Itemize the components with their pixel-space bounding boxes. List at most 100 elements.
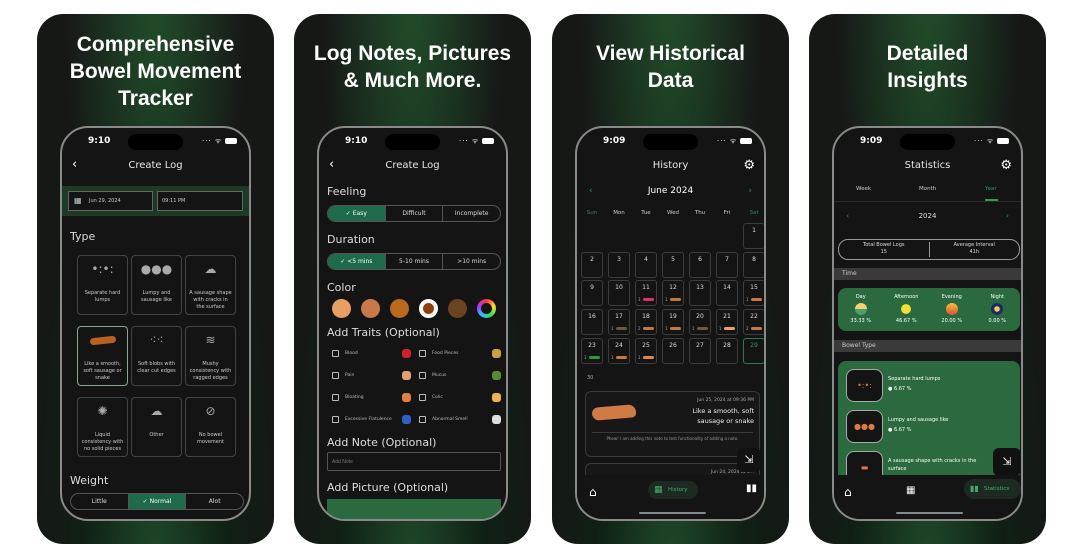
type-option[interactable]: Like a smooth, soft sausage or snake [77, 326, 128, 386]
calendar-day[interactable]: 26 [662, 337, 684, 364]
calendar-day[interactable]: 17 1 [608, 309, 630, 336]
calendar-day[interactable]: 27 [689, 337, 711, 364]
calendar-day[interactable]: 22 2 [743, 309, 764, 336]
gear-icon[interactable]: ⚙ [743, 158, 755, 173]
trait-checkbox[interactable] [332, 350, 339, 357]
gear-icon[interactable]: ⚙ [1000, 158, 1012, 173]
headline-line: Comprehensive [76, 33, 235, 56]
type-option[interactable]: •:•: Separate hard lumps [77, 255, 128, 315]
type-option[interactable]: ●●● Lumpy and sausage like [131, 255, 182, 315]
trait-checkbox[interactable] [419, 416, 426, 423]
calendar-day[interactable]: 10 [608, 280, 630, 307]
tab-year[interactable]: Year [985, 186, 997, 192]
type-option[interactable]: ⁖⁖ Soft blobs with clear cut edges [131, 326, 182, 386]
duration-option-under-5[interactable]: ✓ <5 mins [328, 254, 386, 269]
export-button[interactable]: ⇲ [737, 448, 761, 472]
color-swatch[interactable] [419, 299, 438, 318]
color-swatch[interactable] [448, 299, 467, 318]
weight-option-alot[interactable]: Alot [186, 494, 243, 509]
nav-home-icon[interactable]: ⌂ [844, 485, 852, 499]
status-time: 9:09 [603, 136, 626, 146]
color-swatch[interactable] [332, 299, 351, 318]
type-option[interactable]: ⊘ No bowel movement [185, 397, 236, 457]
next-month-chevron-icon[interactable]: › [748, 186, 752, 196]
calendar-day[interactable]: 24 1 [608, 337, 630, 364]
panel-insights: Detailed Insights 9:09 ··· ᯤ Statistics … [809, 14, 1046, 544]
calendar-day[interactable]: 20 1 [689, 309, 711, 336]
nav-statistics-tab[interactable]: ▮▮ Statistics [964, 479, 1021, 499]
calendar-day[interactable]: 9 [581, 280, 603, 307]
cracked-sausage-icon: ☁ [204, 262, 217, 276]
weight-option-normal[interactable]: ✓ Normal [128, 494, 187, 509]
calendar-day[interactable]: 11 1 [635, 280, 657, 307]
duration-option-label: <5 mins [347, 258, 373, 265]
calendar-day[interactable]: 13 [689, 280, 711, 307]
color-swatch[interactable] [477, 299, 496, 318]
moon-icon [991, 303, 1004, 315]
day-number: 20 [696, 313, 704, 321]
calendar-day[interactable]: 23 1 [581, 337, 603, 364]
headline-line: Log Notes, Pictures [313, 42, 512, 65]
calendar-day[interactable]: 15 1 [743, 280, 764, 307]
feeling-option-incomplete[interactable]: Incomplete [443, 206, 500, 221]
calendar-day[interactable]: 6 [689, 251, 711, 278]
feeling-option-difficult[interactable]: Difficult [386, 206, 444, 221]
trait-checkbox[interactable] [332, 372, 339, 379]
calendar-day[interactable]: 25 1 [635, 337, 657, 364]
day-number: 29 [750, 341, 758, 349]
export-button[interactable]: ⇲ [993, 448, 1021, 476]
calendar-day[interactable]: 1 [743, 223, 764, 249]
calendar-day[interactable]: 18 2 [635, 309, 657, 336]
type-option[interactable]: ✺ Liquid consistency with no solid pieces [77, 397, 128, 457]
weight-option-label: Normal [149, 498, 172, 505]
time-section-header: Time [834, 268, 1021, 280]
tab-month[interactable]: Month [919, 186, 936, 192]
log-count: 1 [638, 297, 641, 303]
tab-week[interactable]: Week [856, 186, 871, 192]
calendar-day[interactable]: 2 [581, 251, 603, 278]
trait-checkbox[interactable] [419, 394, 426, 401]
calendar-day[interactable]: 14 [716, 280, 738, 307]
duration-option-over-10[interactable]: >10 mins [443, 254, 500, 269]
calendar-day[interactable]: 7 [716, 251, 738, 278]
calendar-day[interactable]: 3 [608, 251, 630, 278]
trait-checkbox[interactable] [419, 350, 426, 357]
calendar-day[interactable]: 12 1 [662, 280, 684, 307]
trait-checkbox[interactable] [419, 372, 426, 379]
calendar-day[interactable]: 19 1 [662, 309, 684, 336]
calendar-day[interactable]: 8 [743, 251, 764, 278]
color-swatch[interactable] [361, 299, 380, 318]
trait-checkbox[interactable] [332, 394, 339, 401]
add-picture-button[interactable] [327, 499, 501, 519]
calendar-day[interactable]: 5 [662, 251, 684, 278]
next-period-chevron-icon[interactable]: › [1006, 211, 1009, 220]
time-field[interactable]: 09:11 PM [157, 191, 243, 211]
weight-option-little[interactable]: Little [71, 494, 129, 509]
type-option[interactable]: ☁ Other [131, 397, 182, 457]
note-input[interactable] [327, 452, 501, 471]
type-option[interactable]: ☁ A sausage shape with cracks in the surf… [185, 255, 236, 315]
calendar-day[interactable]: 21 1 [716, 309, 738, 336]
date-field[interactable]: ▦ Jun 29, 2024 [68, 191, 153, 211]
weekday-label: Sat [749, 210, 759, 216]
type-option[interactable]: ≋ Mushy consistency with ragged edges [185, 326, 236, 386]
entry-type: Like a smooth, soft sausage or snake [692, 407, 754, 425]
nav-home-icon[interactable]: ⌂ [589, 485, 597, 499]
calendar-day-30[interactable]: 30 [587, 375, 593, 381]
calendar-day[interactable]: 28 [716, 337, 738, 364]
nav-history-tab[interactable]: ▦ History [648, 481, 698, 499]
log-entry-card[interactable]: Jun 25, 2024 at 09:36 PM Like a smooth, … [585, 391, 760, 457]
trait-checkbox[interactable] [332, 416, 339, 423]
duration-option-5-10[interactable]: 5-10 mins [386, 254, 444, 269]
time-label: Evening [941, 294, 962, 300]
nav-stats-icon[interactable]: ▮▮ [746, 483, 757, 494]
calendar-day[interactable]: 29 [743, 337, 764, 364]
total-logs-value: 15 [880, 249, 887, 255]
calendar-day[interactable]: 16 [581, 309, 603, 336]
color-swatch[interactable] [390, 299, 409, 318]
nav-calendar-icon[interactable]: ▦ [906, 485, 915, 496]
calendar-day[interactable]: 4 [635, 251, 657, 278]
weekday-label: Fri [723, 210, 731, 216]
feeling-option-easy[interactable]: ✓ Easy [328, 206, 386, 221]
headline-line: & Much More. [343, 69, 482, 92]
